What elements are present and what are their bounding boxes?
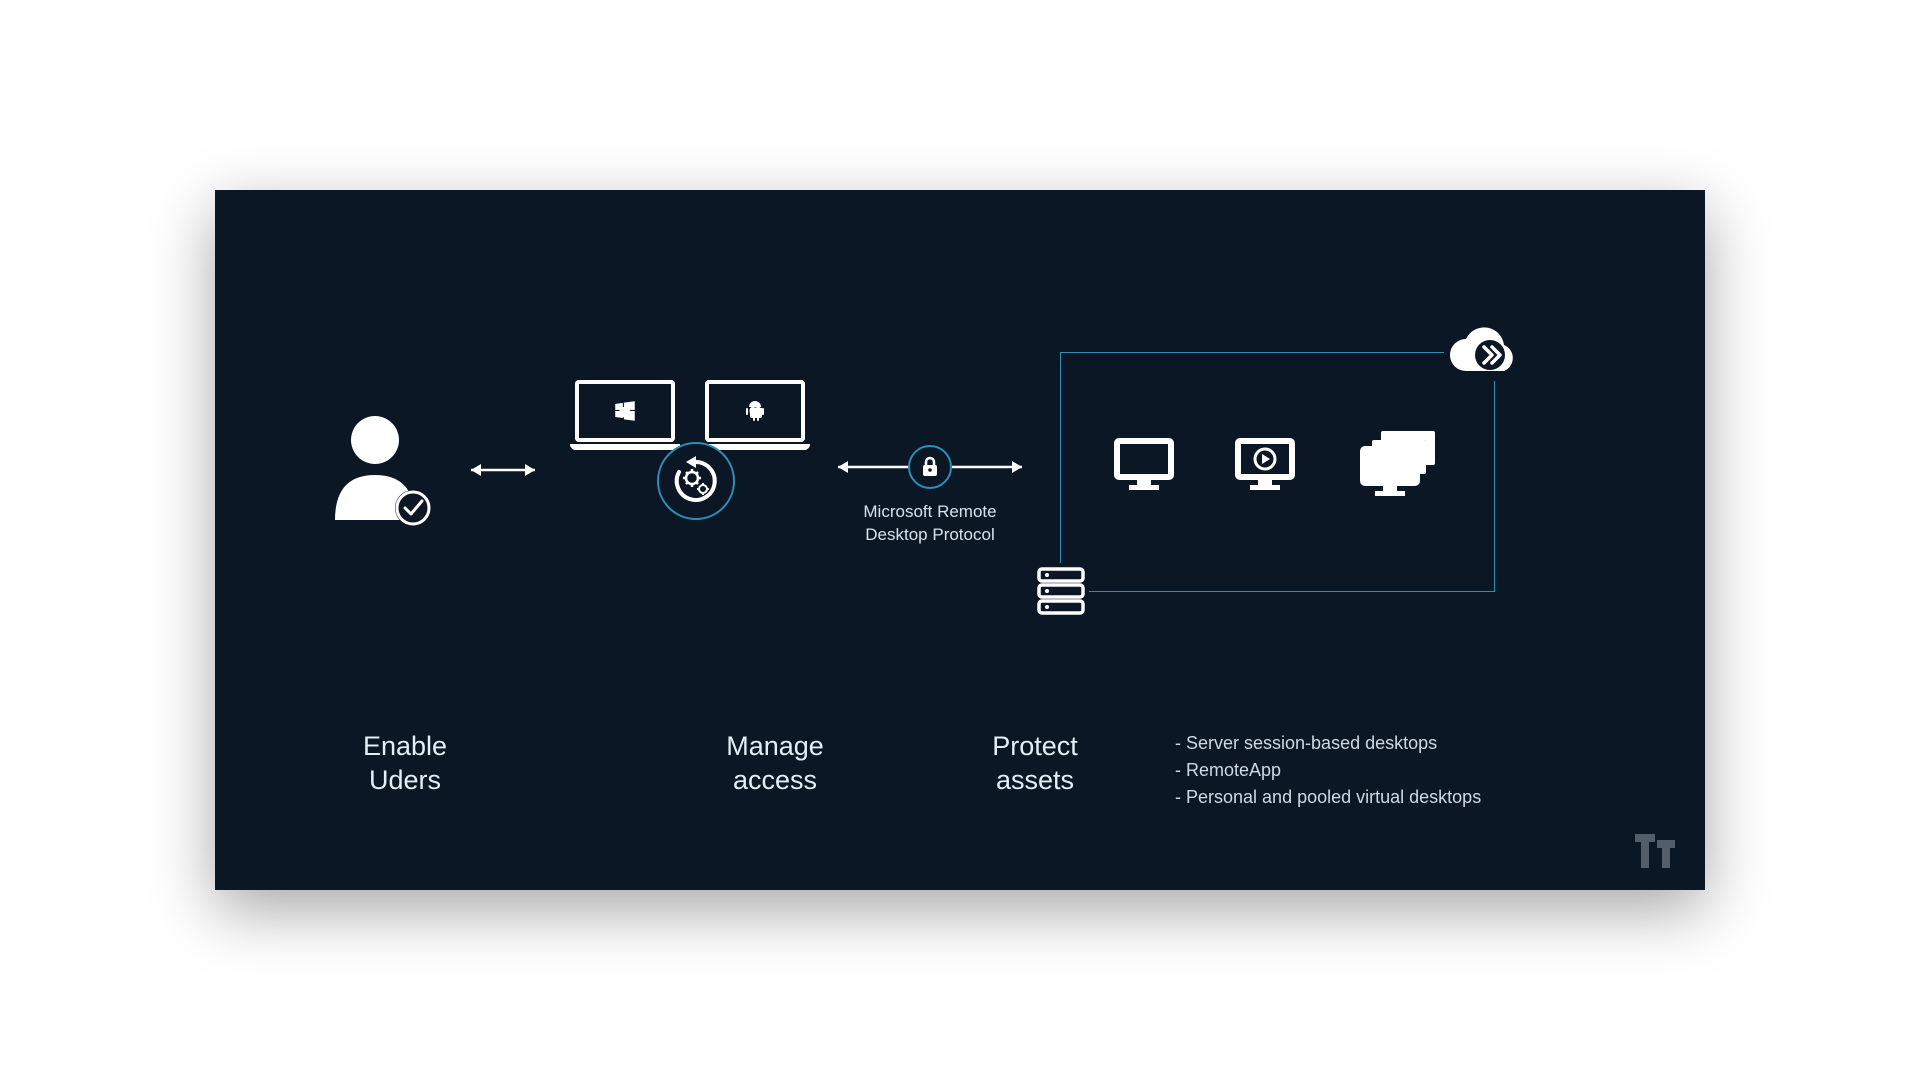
diagram-stage: Microsoft RemoteDesktop Protocol: [215, 360, 1705, 640]
caption-enable: EnableUders: [295, 730, 515, 811]
caption-protect: Protectassets: [935, 730, 1135, 811]
apple-icon: [744, 399, 766, 423]
lock-icon: [908, 445, 952, 489]
apple-icon: [614, 399, 636, 423]
monitor-play-icon: [1234, 437, 1296, 491]
cloud-remote-icon: [1444, 323, 1524, 381]
sync-gears-icon: [657, 442, 735, 520]
monitor-icon: [1113, 437, 1175, 491]
server-icon: [1033, 563, 1089, 619]
laptop-apple-1: [570, 380, 680, 450]
caption-manage: Manageaccess: [665, 730, 885, 811]
diagram-canvas: Microsoft RemoteDesktop Protocol: [215, 190, 1705, 890]
bullet-item: - Personal and pooled virtual desktops: [1175, 784, 1481, 811]
monitor-stack-icon: [1355, 429, 1443, 499]
bullet-item: - Server session-based desktops: [1175, 730, 1481, 757]
protocol-label: Microsoft RemoteDesktop Protocol: [825, 501, 1035, 547]
arrow-bidirectional-icon: [463, 460, 543, 480]
captions-row: EnableUders Manageaccess Protectassets -…: [215, 730, 1705, 811]
devices-grid: [565, 380, 815, 580]
laptop-apple-2: [700, 380, 810, 450]
cloud-resource-box: [1060, 352, 1495, 592]
bullet-list: - Server session-based desktops - Remote…: [1175, 730, 1481, 811]
protect-block: Microsoft RemoteDesktop Protocol: [825, 445, 1035, 547]
bullet-item: - RemoteApp: [1175, 757, 1481, 784]
user-block: [325, 410, 435, 535]
user-check-icon: [325, 410, 435, 530]
brand-logo-icon: [1635, 834, 1677, 868]
